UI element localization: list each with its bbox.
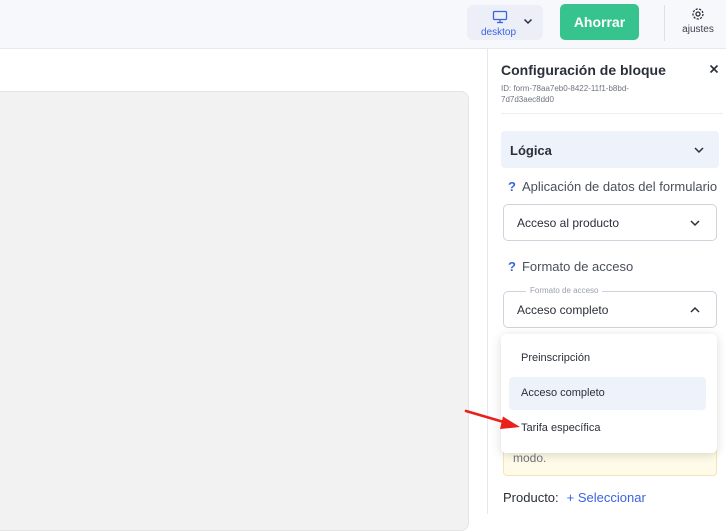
chevron-down-icon	[694, 147, 704, 154]
select-floating-label: Formato de acceso	[526, 286, 603, 295]
canvas-block[interactable]	[0, 91, 469, 531]
block-id: ID: form-78aa7eb0-8422-11f1-b8bd-7d7d3ae…	[501, 84, 629, 104]
monitor-icon	[492, 10, 508, 24]
panel-title: Configuración de bloque	[501, 62, 666, 78]
toolbar-divider	[664, 5, 665, 41]
chevron-down-icon	[690, 220, 700, 227]
logic-section-toggle[interactable]: Lógica	[501, 131, 719, 168]
select-value: Acceso al producto	[517, 216, 620, 230]
access-format-select[interactable]: Formato de acceso Acceso completo	[503, 286, 717, 328]
settings-button[interactable]: ajustes	[678, 7, 718, 41]
panel-divider	[501, 113, 723, 114]
form-data-application-text: Aplicación de datos del formulario	[521, 179, 718, 194]
access-format-text: Formato de acceso	[521, 259, 634, 274]
form-data-application-label: ? Aplicación de datos del formulario	[508, 179, 717, 194]
annotation-arrow-icon	[464, 409, 520, 429]
save-button[interactable]: Ahorrar	[560, 4, 639, 40]
close-icon[interactable]	[707, 62, 721, 76]
form-data-application-select[interactable]: Acceso al producto	[503, 204, 717, 241]
device-label: desktop	[481, 27, 517, 38]
select-value: Acceso completo	[517, 303, 609, 317]
select-product-link[interactable]: + Seleccionar	[567, 490, 646, 505]
gear-icon	[692, 8, 704, 20]
settings-label: ajustes	[682, 24, 714, 35]
device-switcher[interactable]: desktop	[467, 5, 543, 40]
option-preinscripcion[interactable]: Preinscripción	[509, 342, 706, 375]
product-row: Producto: + Seleccionar	[503, 490, 646, 505]
help-icon[interactable]: ?	[508, 259, 516, 274]
access-format-label: ? Formato de acceso	[508, 259, 633, 274]
option-tarifa-especifica[interactable]: Tarifa específica	[509, 412, 706, 445]
option-acceso-completo[interactable]: Acceso completo	[509, 377, 706, 410]
logic-section-label: Lógica	[510, 143, 552, 158]
editor-canvas	[0, 49, 487, 531]
hint-text: modo.	[513, 451, 547, 465]
product-label: Producto:	[503, 490, 559, 505]
top-toolbar: desktop Ahorrar ajustes	[0, 0, 726, 49]
chevron-down-icon[interactable]	[522, 15, 534, 27]
chevron-up-icon	[690, 306, 700, 313]
help-icon[interactable]: ?	[508, 179, 516, 194]
access-format-dropdown: Preinscripción Acceso completo Tarifa es…	[501, 334, 717, 453]
